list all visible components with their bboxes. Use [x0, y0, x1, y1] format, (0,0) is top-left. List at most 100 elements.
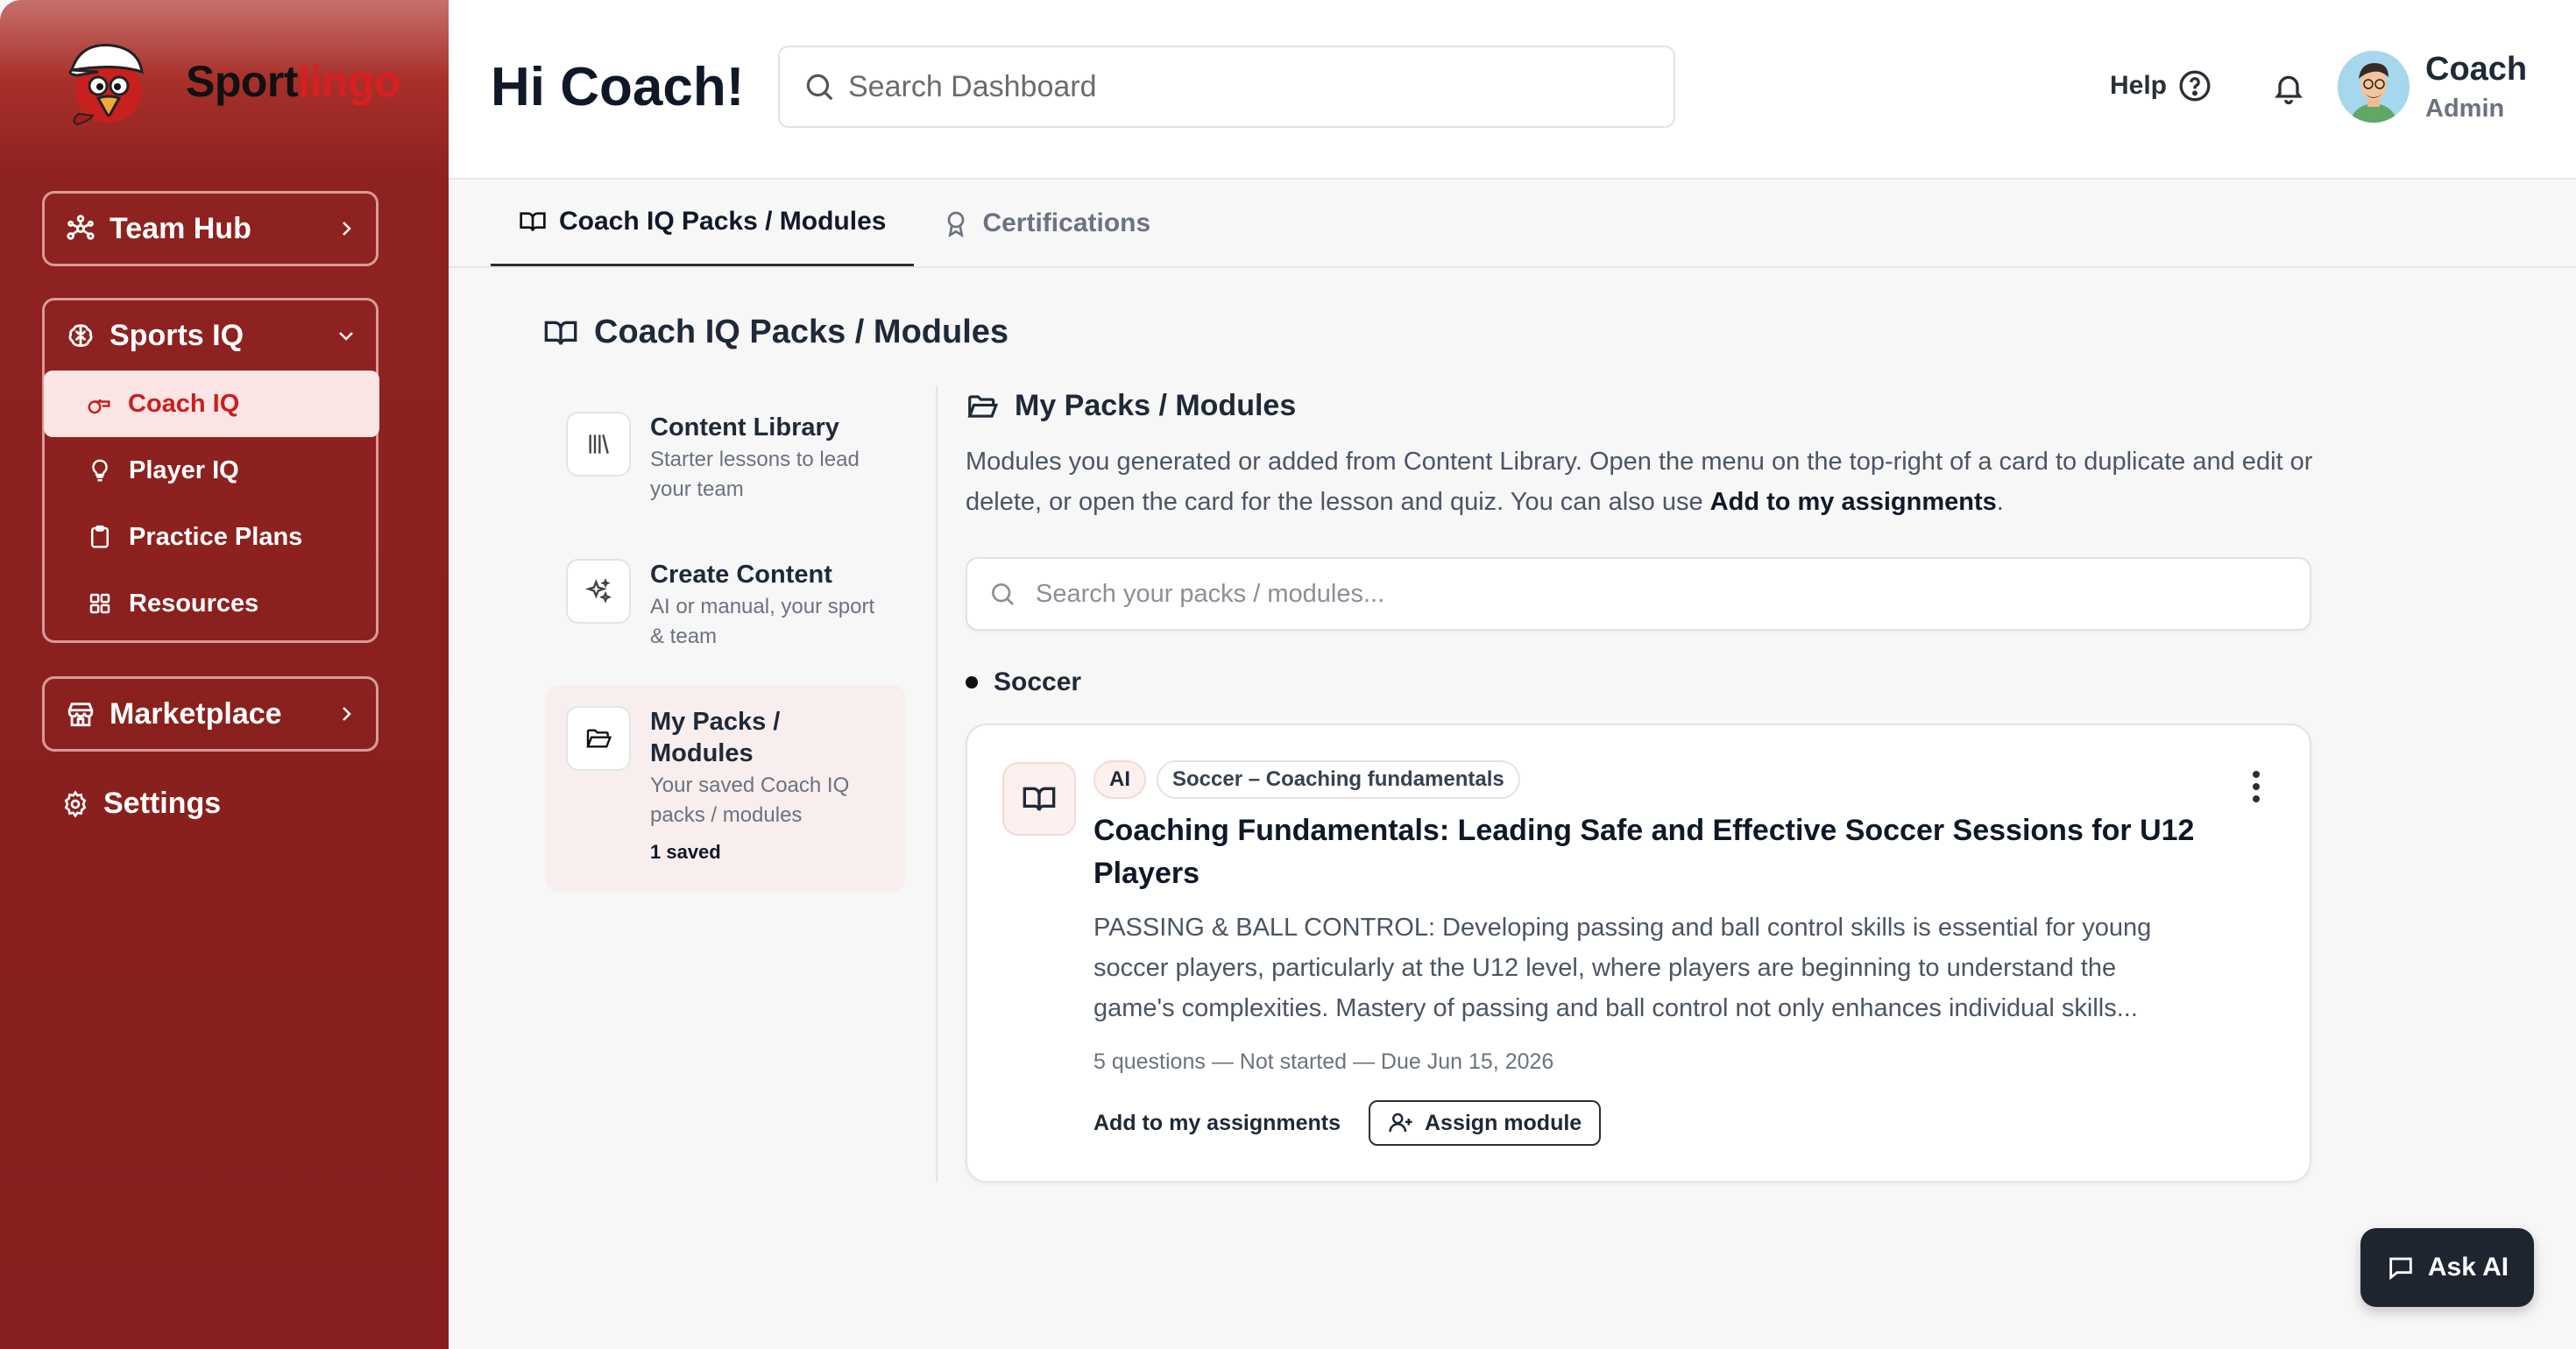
whistle-icon: [88, 399, 110, 414]
grid-icon: [89, 593, 110, 614]
tab-coach-iq-packs-label: Coach IQ Packs / Modules: [559, 207, 887, 236]
ask-ai-button[interactable]: Ask AI: [2360, 1228, 2534, 1307]
ai-badge: AI: [1093, 760, 1146, 799]
brand-name-part2: lingo: [298, 57, 400, 106]
nav-resources[interactable]: Resources: [45, 570, 376, 637]
module-card[interactable]: AI Soccer – Coaching fundamentals Coachi…: [966, 724, 2311, 1183]
module-title[interactable]: Coaching Fundamentals: Leading Safe and …: [1093, 809, 2215, 895]
group-label: Soccer: [966, 667, 1081, 697]
help-label: Help: [2110, 71, 2168, 100]
nav-coach-iq[interactable]: Coach IQ: [44, 371, 379, 437]
nav-player-iq[interactable]: Player IQ: [45, 437, 376, 504]
packs-search-input[interactable]: [1036, 579, 2262, 609]
sidebar: Sportlingo Team Hub Sports IQ Coach IQ P…: [0, 0, 449, 1349]
nav-settings[interactable]: Settings: [61, 787, 221, 821]
tab-certifications-label: Certifications: [982, 208, 1151, 237]
brain-icon: [68, 324, 93, 347]
card-actions: Add to my assignments Assign module: [1093, 1100, 1602, 1146]
book-open-icon: [1023, 787, 1056, 811]
module-card-icon: [1002, 762, 1076, 836]
dashboard-search[interactable]: [778, 46, 1675, 128]
library-icon: [589, 434, 609, 454]
user-name: Coach: [2425, 51, 2528, 88]
content-divider: [936, 385, 938, 1183]
sparkles-icon: [584, 577, 612, 604]
nav-sports-iq-group: Sports IQ Coach IQ Player IQ Practice Pl…: [42, 298, 379, 643]
chevron-down-icon: [339, 332, 353, 341]
nav-settings-label: Settings: [103, 787, 222, 820]
book-open-icon: [520, 212, 546, 231]
bullet-icon: [966, 676, 978, 689]
chat-icon: [2389, 1257, 2412, 1281]
ask-ai-label: Ask AI: [2427, 1253, 2509, 1282]
section-title: Coach IQ Packs / Modules: [543, 314, 1008, 351]
dashboard-search-input[interactable]: [848, 69, 1637, 104]
module-meta: 5 questions — Not started — Due Jun 15, …: [1093, 1049, 1554, 1074]
nav-practice-plans[interactable]: Practice Plans: [45, 504, 376, 570]
folder-open-icon: [586, 729, 612, 748]
topic-badge: Soccer – Coaching fundamentals: [1157, 760, 1520, 799]
section-title-text: Coach IQ Packs / Modules: [594, 314, 1009, 350]
assign-module-button[interactable]: Assign module: [1369, 1100, 1602, 1146]
folder-open-icon: [967, 394, 999, 418]
nav-marketplace-label: Marketplace: [110, 696, 282, 731]
book-open-icon: [544, 321, 577, 345]
nav-sports-iq-label: Sports IQ: [110, 318, 244, 352]
tab-certifications[interactable]: Certifications: [914, 180, 1178, 267]
chevron-right-icon: [343, 707, 351, 721]
side-nav-create-content[interactable]: Create Content AI or manual, your sport …: [545, 538, 906, 673]
top-header: Hi Coach! Help Coach Admin Coach IQ Pack…: [449, 0, 2576, 267]
card-menu-button[interactable]: [2252, 771, 2261, 802]
mascot-bird-icon: [68, 44, 144, 126]
bell-icon[interactable]: [2271, 68, 2306, 107]
chevron-right-icon: [343, 222, 351, 236]
packs-search[interactable]: [966, 557, 2311, 631]
module-summary: PASSING & BALL CONTROL: Developing passi…: [1093, 914, 2152, 1022]
help-circle-icon: [2179, 70, 2211, 102]
award-icon: [948, 211, 965, 237]
badges: AI Soccer – Coaching fundamentals: [1093, 760, 1531, 799]
tab-divider: [449, 266, 2576, 268]
nav-coach-iq-label: Coach IQ: [128, 389, 240, 418]
nav-sports-iq[interactable]: Sports IQ: [45, 300, 376, 371]
network-icon: [67, 215, 95, 240]
nav-team-hub-label: Team Hub: [110, 211, 251, 245]
nav-marketplace[interactable]: Marketplace: [42, 676, 379, 752]
group-label-text: Soccer: [994, 667, 1082, 696]
side-nav-title: Create Content: [650, 561, 832, 589]
desc-end: .: [1996, 488, 2004, 516]
nav-player-iq-label: Player IQ: [129, 456, 239, 484]
my-packs-title: My Packs / Modules: [966, 389, 1296, 423]
my-packs-description: Modules you generated or added from Cont…: [966, 441, 2315, 522]
nav-resources-label: Resources: [129, 589, 259, 618]
side-nav-title: My Packs / Modules: [650, 708, 781, 767]
saved-count: 1 saved: [650, 841, 721, 863]
side-nav-desc: AI or manual, your sport & team: [650, 595, 875, 648]
side-nav-title: Content Library: [650, 413, 839, 441]
desc-text: Modules you generated or added from Cont…: [966, 448, 2313, 516]
avatar[interactable]: [2338, 51, 2410, 123]
brand-logo[interactable]: Sportlingo: [63, 33, 400, 130]
search-icon: [992, 583, 1014, 605]
add-to-assignments-link[interactable]: Add to my assignments: [1093, 1111, 1341, 1136]
page-greeting: Hi Coach!: [491, 57, 745, 117]
side-nav-content-library[interactable]: Content Library Starter lessons to lead …: [545, 391, 906, 526]
desc-bold: Add to my assignments: [1709, 488, 1997, 516]
clipboard-icon: [91, 525, 109, 548]
assign-module-label: Assign module: [1425, 1110, 1582, 1135]
side-nav-desc: Starter lessons to lead your team: [650, 448, 860, 501]
lightbulb-icon: [92, 459, 108, 482]
tab-coach-iq-packs[interactable]: Coach IQ Packs / Modules: [491, 180, 915, 267]
side-nav-my-packs[interactable]: My Packs / Modules Your saved Coach IQ p…: [545, 685, 906, 892]
help-button[interactable]: Help: [2110, 68, 2212, 103]
user-role: Admin: [2425, 95, 2505, 123]
nav-team-hub[interactable]: Team Hub: [42, 191, 379, 266]
gear-icon: [64, 789, 87, 818]
brand-name-part1: Sport: [186, 57, 299, 106]
store-icon: [67, 703, 94, 727]
side-nav-desc: Your saved Coach IQ packs / modules: [650, 773, 850, 827]
my-packs-title-text: My Packs / Modules: [1015, 389, 1297, 422]
tab-bar: Coach IQ Packs / Modules Certifications: [491, 180, 1178, 267]
nav-practice-plans-label: Practice Plans: [129, 522, 303, 551]
user-plus-icon: [1389, 1112, 1412, 1133]
